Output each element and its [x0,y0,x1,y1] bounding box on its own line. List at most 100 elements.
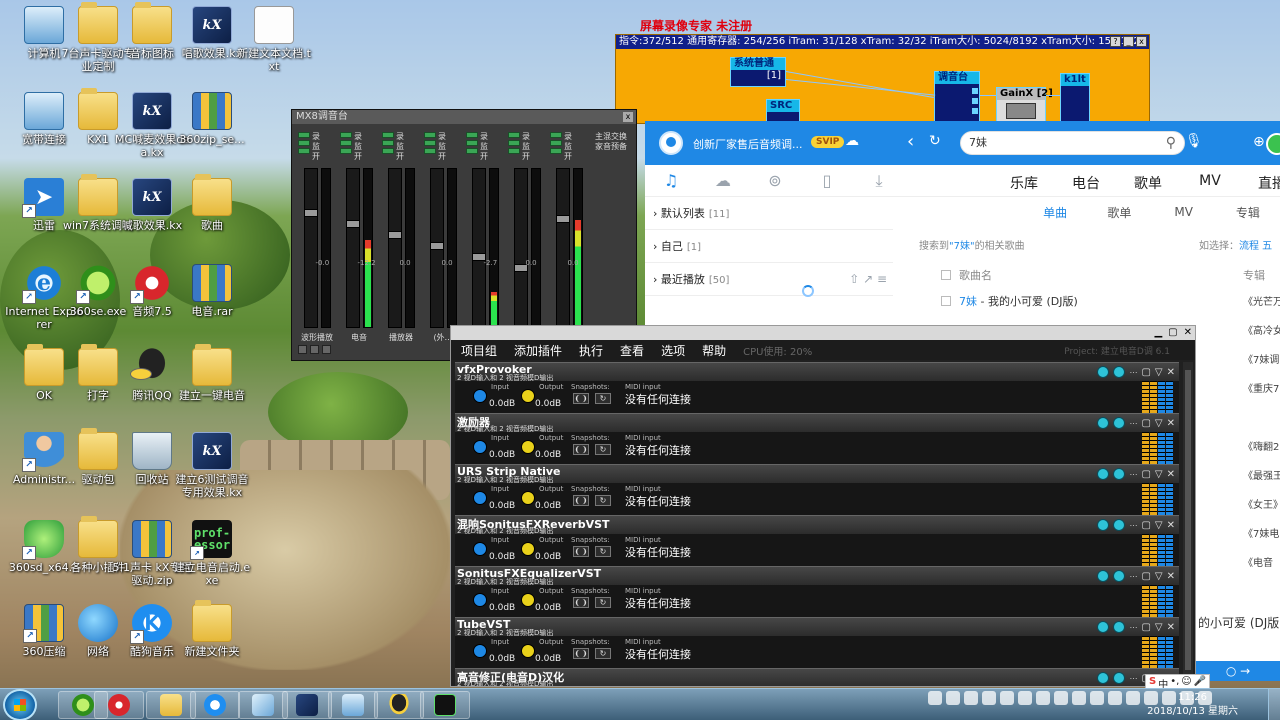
fader-knob[interactable] [429,242,444,250]
snapshot-button[interactable]: ❨❩ [573,444,589,455]
tab-albums[interactable]: 专辑 [1216,204,1280,221]
tray-icon[interactable] [1072,691,1086,705]
taskbar-qq-button[interactable] [374,691,424,719]
mixer-switch[interactable] [508,140,520,146]
plugin-close-icon[interactable]: ✕ [1167,622,1175,633]
tray-icon[interactable] [1000,691,1014,705]
tray-icon[interactable] [1036,691,1050,705]
plugin-window-icon[interactable]: ▢ [1141,469,1150,480]
mixer-switch[interactable] [424,132,436,138]
mixer-switch[interactable] [340,140,352,146]
plugin-header[interactable]: vfxProvoker 2 视D输入和 2 视音频模D输出 ⋯ ▢ ▽ ✕ [455,362,1179,382]
desktop-icon[interactable]: 电音.rar [172,264,252,318]
mixer-switch[interactable] [466,148,478,154]
snapshot-button[interactable]: ❨❩ [573,648,589,659]
output-knob[interactable] [521,593,535,607]
album-name[interactable]: 《嗨翻2 [1243,438,1280,467]
mixer-footer-button[interactable] [298,345,307,354]
plugin-close-icon[interactable]: ✕ [1167,571,1175,582]
plugin-collapse-icon[interactable]: ▽ [1155,622,1163,633]
menu-project-group[interactable]: 项目组 [461,342,497,359]
menu-add-plugin[interactable]: 添加插件 [514,342,562,359]
taskbar-kugou-button[interactable] [190,691,240,719]
plugin-collapse-icon[interactable]: ▽ [1155,520,1163,531]
output-knob[interactable] [521,389,535,403]
plugin-edit-icon[interactable] [1097,672,1110,684]
plugin-bypass-icon[interactable] [1113,570,1126,582]
album-name[interactable]: 《重庆7 [1243,380,1280,409]
snapshot-refresh-button[interactable]: ↻ [595,648,611,659]
cloud-icon[interactable]: ☁ [697,171,749,190]
plugin-slot[interactable]: 激励器 2 视D输入和 2 视音频模D输出 ⋯ ▢ ▽ ✕ Input 0.0dB Output… [455,413,1179,464]
dsp-minimize-button[interactable]: _ [1123,36,1134,47]
midi-input-value[interactable]: 没有任何连接 [625,442,691,458]
mixer-switch[interactable] [508,132,520,138]
taskbar-professor-button[interactable] [420,691,470,719]
plugin-bypass-icon[interactable] [1113,621,1126,633]
album-name[interactable] [1243,409,1280,438]
output-knob[interactable] [521,644,535,658]
tab-song-lists[interactable]: 歌单 [1087,204,1151,221]
plugin-edit-icon[interactable] [1097,519,1110,531]
menu-view[interactable]: 查看 [620,342,644,359]
mixer-close-button[interactable]: x [623,112,633,122]
mixer-switch[interactable] [382,148,394,154]
desktop-icon[interactable]: 建立一键电音 [172,344,252,402]
volume-fader[interactable] [303,168,318,328]
snapshot-button[interactable]: ❨❩ [573,495,589,506]
plugin-collapse-icon[interactable]: ▽ [1155,367,1163,378]
taskbar-audio-button[interactable] [94,691,144,719]
mixer-title-bar[interactable]: MX8调音台 x [292,110,636,124]
mixer-footer-button[interactable] [310,345,319,354]
menu-help[interactable]: 帮助 [702,342,726,359]
tray-icon[interactable] [1054,691,1068,705]
tray-icon[interactable] [1018,691,1032,705]
close-button[interactable]: ✕ [1184,327,1192,338]
music-note-icon[interactable]: ♫ [645,171,697,190]
user-name[interactable]: 创新厂家售后音频调... [693,136,803,152]
tray-icon[interactable] [1108,691,1122,705]
snapshot-button[interactable]: ❨❩ [573,597,589,608]
select-all-checkbox[interactable] [941,270,951,280]
tab-result-mv[interactable]: MV [1152,205,1216,219]
playlist-item[interactable]: › 默认列表 [11] [645,197,893,230]
midi-input-value[interactable]: 没有任何连接 [625,391,691,407]
taskbar-network-button[interactable] [328,691,378,719]
mixer-switch[interactable] [340,148,352,154]
plugin-header[interactable]: URS Strip Native 2 视D输入和 2 视音频模D输出 ⋯ ▢ ▽ ✕ [455,464,1179,484]
snapshot-refresh-button[interactable]: ↻ [595,444,611,455]
input-knob[interactable] [473,389,487,403]
show-desktop-button[interactable] [1268,689,1280,720]
album-name[interactable]: 《光芒万 [1243,293,1280,322]
playlist-item[interactable]: › 最近播放 [50] ⇧ ↗ ≡ [645,263,893,296]
dsp-help-button[interactable]: ? [1110,36,1121,47]
volume-fader[interactable] [471,168,486,328]
playlist-item[interactable]: › 自己 [1] [645,230,893,263]
plugin-header[interactable]: 混响SonitusFXReverbVST 2 视D输入和 2 视音频模D输出 ⋯ ▢ ▽… [455,515,1179,535]
taskbar-kx-button[interactable] [282,691,332,719]
snapshot-refresh-button[interactable]: ↻ [595,597,611,608]
mixer-footer-button[interactable] [322,345,331,354]
user-avatar[interactable] [659,131,683,155]
fader-knob[interactable] [303,209,318,217]
plugin-edit-icon[interactable] [1097,468,1110,480]
cloud-icon[interactable]: ☁ [845,133,859,149]
plugin-more-icon[interactable]: ⋯ [1129,674,1137,683]
device-icon[interactable]: ▯ [801,171,853,190]
mixer-switch[interactable] [466,132,478,138]
plugin-close-icon[interactable]: ✕ [1167,520,1175,531]
tab-mv[interactable]: MV [1179,173,1241,193]
volume-fader[interactable] [387,168,402,328]
plugin-header[interactable]: 高音修正(电音D)汉化2 视D输入和 2 视音频模D输出⋯▢▽✕ [455,668,1179,686]
album-name[interactable]: 《最强王 [1243,467,1280,496]
plugin-close-icon[interactable]: ✕ [1167,418,1175,429]
download-icon[interactable]: ⤓ [853,171,905,191]
volume-fader[interactable] [555,168,570,328]
album-name[interactable]: 《电音 [1243,554,1280,583]
snapshot-refresh-button[interactable]: ↻ [595,546,611,557]
song-row[interactable]: 7妹 - 我的小可爱 (DJ版) [941,293,1078,309]
desktop-icon[interactable]: kX 建立6测试调音专用效果.kx [172,432,252,499]
mixer-switch[interactable] [508,148,520,154]
snapshot-refresh-button[interactable]: ↻ [595,495,611,506]
plugin-window-icon[interactable]: ▢ [1141,571,1150,582]
